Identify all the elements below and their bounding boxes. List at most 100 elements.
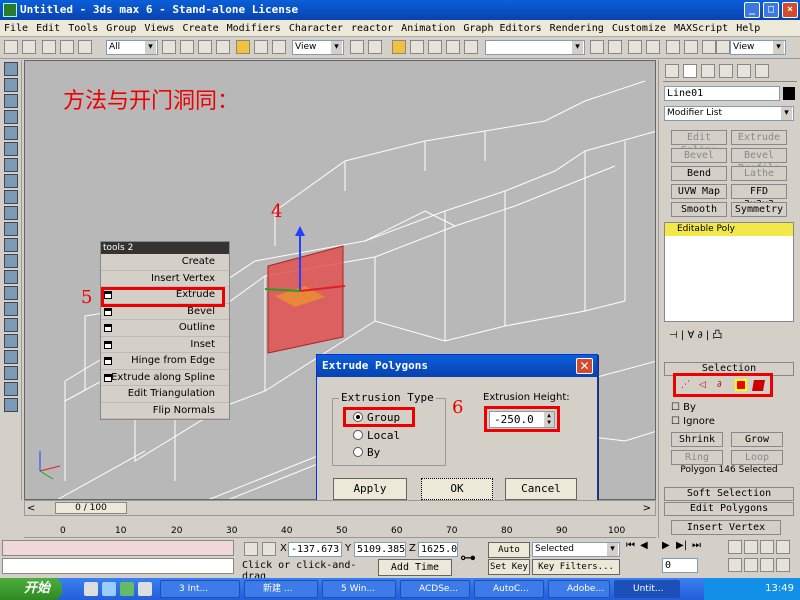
menu-group[interactable]: Group — [102, 20, 140, 36]
link-icon[interactable] — [42, 40, 56, 54]
menu-tools[interactable]: Tools — [64, 20, 102, 36]
motion-tab-icon[interactable] — [719, 64, 733, 78]
radio-by[interactable]: By — [353, 446, 380, 459]
lock-icon[interactable] — [244, 542, 258, 556]
selection-filter-dropdown[interactable]: All — [106, 40, 158, 55]
apply-button[interactable]: Apply — [333, 478, 407, 500]
edit-spline-button[interactable]: Edit Spline — [671, 130, 727, 156]
key-mode-dropdown[interactable]: Selected — [532, 542, 620, 557]
quick-render-icon[interactable] — [702, 40, 716, 54]
menu-animation[interactable]: Animation — [397, 20, 459, 36]
quicklaunch-icon[interactable] — [120, 582, 134, 596]
stack-tools-icons[interactable]: ⊣ | ∀ ∂ | 凸 — [669, 326, 722, 341]
tool-icon[interactable] — [4, 158, 18, 172]
schematic-view-icon[interactable] — [646, 40, 660, 54]
symmetry-button[interactable]: Symmetry — [731, 202, 787, 217]
tool-icon[interactable] — [4, 94, 18, 108]
taskbar-item-new[interactable]: 新建 ... — [244, 580, 318, 598]
angle-snap-icon[interactable] — [410, 40, 424, 54]
transform-mode-icon[interactable] — [262, 542, 276, 556]
menu-reactor[interactable]: reactor — [347, 20, 397, 36]
zoom-extents-all-icon[interactable] — [776, 540, 790, 554]
settings-box-icon[interactable] — [104, 357, 112, 365]
quicklaunch-icon[interactable] — [84, 582, 98, 596]
tool-icon[interactable] — [4, 270, 18, 284]
hierarchy-tab-icon[interactable] — [701, 64, 715, 78]
bend-button[interactable]: Bend — [671, 166, 727, 181]
menu-help[interactable]: Help — [732, 20, 764, 36]
settings-box-icon[interactable] — [104, 373, 112, 382]
quicklaunch-icon[interactable] — [138, 582, 152, 596]
zoom-icon[interactable] — [728, 540, 742, 554]
undo-icon[interactable] — [4, 40, 18, 54]
shrink-button[interactable]: Shrink — [671, 432, 723, 447]
object-color-swatch[interactable] — [783, 87, 795, 100]
percent-snap-icon[interactable] — [428, 40, 442, 54]
key-filters-button[interactable]: Key Filters... — [532, 559, 620, 575]
tool-icon[interactable] — [4, 126, 18, 140]
tool-icon[interactable] — [4, 190, 18, 204]
tool-icon[interactable] — [4, 78, 18, 92]
ffd-button[interactable]: FFD 3x3x3 — [731, 184, 787, 210]
track-view-icon[interactable] — [628, 40, 642, 54]
modifier-list-dropdown[interactable]: Modifier List — [664, 106, 794, 121]
select-by-name-icon[interactable] — [180, 40, 194, 54]
maxscript-listener[interactable] — [2, 540, 234, 556]
tool-icon[interactable] — [4, 62, 18, 76]
ring-button[interactable]: Ring — [671, 450, 723, 465]
named-selection-sets-dropdown[interactable] — [485, 40, 585, 55]
render-type-icon[interactable] — [716, 40, 730, 54]
loop-button[interactable]: Loop — [731, 450, 783, 465]
next-frame-icon[interactable]: ▶| — [676, 540, 687, 551]
menu-item-outline[interactable]: Outline — [101, 320, 229, 337]
object-name-field[interactable]: Line01 — [664, 86, 780, 101]
z-coordinate-field[interactable]: 1625.0 — [418, 542, 458, 557]
settings-box-icon[interactable] — [104, 307, 112, 316]
named-selection-icon[interactable] — [464, 40, 478, 54]
set-key-button[interactable]: Set Key — [488, 559, 530, 575]
cancel-button[interactable]: Cancel — [505, 478, 577, 500]
menu-graph-editors[interactable]: Graph Editors — [459, 20, 545, 36]
tool-icon[interactable] — [4, 142, 18, 156]
minimize-button[interactable]: _ — [744, 2, 760, 18]
select-move-icon[interactable] — [236, 40, 250, 54]
bind-space-warp-icon[interactable] — [78, 40, 92, 54]
material-editor-icon[interactable] — [666, 40, 680, 54]
tool-icon[interactable] — [4, 174, 18, 188]
add-time-tag-button[interactable]: Add Time Tag — [378, 559, 452, 588]
maximize-viewport-icon[interactable] — [776, 558, 790, 572]
tool-icon[interactable] — [4, 398, 18, 412]
taskbar-item-untitled[interactable]: Untit... — [614, 580, 680, 598]
settings-box-icon[interactable] — [104, 340, 112, 349]
tool-icon[interactable] — [4, 254, 18, 268]
time-prev-icon[interactable]: < — [27, 503, 35, 514]
tool-icon[interactable] — [4, 302, 18, 316]
menu-customize[interactable]: Customize — [608, 20, 670, 36]
zoom-all-icon[interactable] — [744, 540, 758, 554]
lathe-button[interactable]: Lathe — [731, 166, 787, 181]
tool-icon[interactable] — [4, 366, 18, 380]
ignore-backfacing-checkbox[interactable]: ☐ Ignore — [671, 416, 715, 427]
tool-icon[interactable] — [4, 334, 18, 348]
tool-icon[interactable] — [4, 318, 18, 332]
select-scale-icon[interactable] — [272, 40, 286, 54]
menu-views[interactable]: Views — [140, 20, 178, 36]
tool-icon[interactable] — [4, 286, 18, 300]
dialog-close-button[interactable]: ✕ — [576, 358, 593, 374]
menu-edit[interactable]: Edit — [32, 20, 64, 36]
taskbar-item-adobe[interactable]: Adobe... — [548, 580, 610, 598]
maximize-button[interactable]: □ — [763, 2, 779, 18]
menu-item-hinge-from-edge[interactable]: Hinge from Edge — [101, 353, 229, 370]
menu-modifiers[interactable]: Modifiers — [223, 20, 285, 36]
spinner-snap-icon[interactable] — [446, 40, 460, 54]
by-vertex-checkbox[interactable]: ☐ By — [671, 402, 696, 413]
fov-icon[interactable] — [728, 558, 742, 572]
menu-item-flip-normals[interactable]: Flip Normals — [101, 403, 229, 419]
mirror-icon[interactable] — [590, 40, 604, 54]
menu-item-edit-triangulation[interactable]: Edit Triangulation — [101, 386, 229, 403]
menu-file[interactable]: File — [0, 20, 32, 36]
render-scene-icon[interactable] — [684, 40, 698, 54]
bevel-profile-button[interactable]: Bevel Profile — [731, 148, 787, 174]
insert-vertex-button[interactable]: Insert Vertex — [671, 520, 781, 535]
display-tab-icon[interactable] — [737, 64, 751, 78]
